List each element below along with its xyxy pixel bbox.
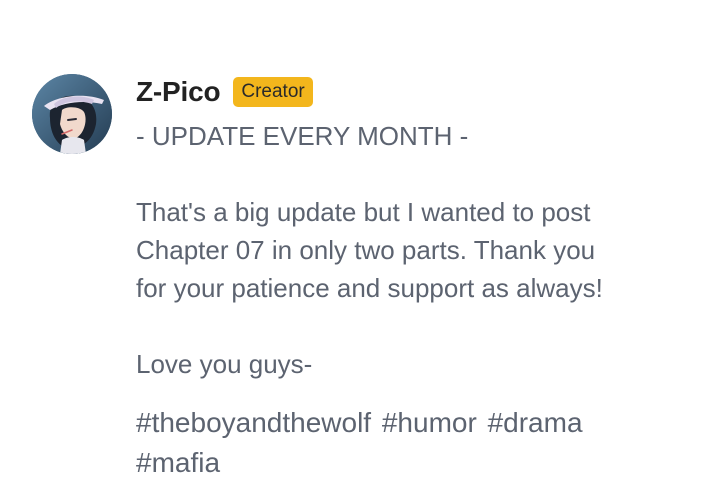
post-paragraph: That's a big update but I wanted to post… [136,197,603,303]
post-closing: Love you guys- [136,349,313,379]
hashtag-list: #theboyandthewolf #humor #drama #mafia [136,403,706,483]
hashtag-link[interactable]: #theboyandthewolf [136,407,371,438]
post-card: Z-Pico Creator - UPDATE EVERY MONTH - Th… [0,0,720,504]
post-header: Z-Pico Creator [136,74,313,110]
author-name[interactable]: Z-Pico [136,76,221,108]
hashtag-link[interactable]: #drama [488,407,583,438]
creator-badge: Creator [233,77,313,107]
hashtag-link[interactable]: #humor [382,407,477,438]
post-body: - UPDATE EVERY MONTH - That's a big upda… [136,117,706,383]
author-avatar[interactable] [32,74,112,154]
avatar-image [32,74,112,154]
post-line-update: - UPDATE EVERY MONTH - [136,121,469,151]
hashtag-link[interactable]: #mafia [136,447,220,478]
